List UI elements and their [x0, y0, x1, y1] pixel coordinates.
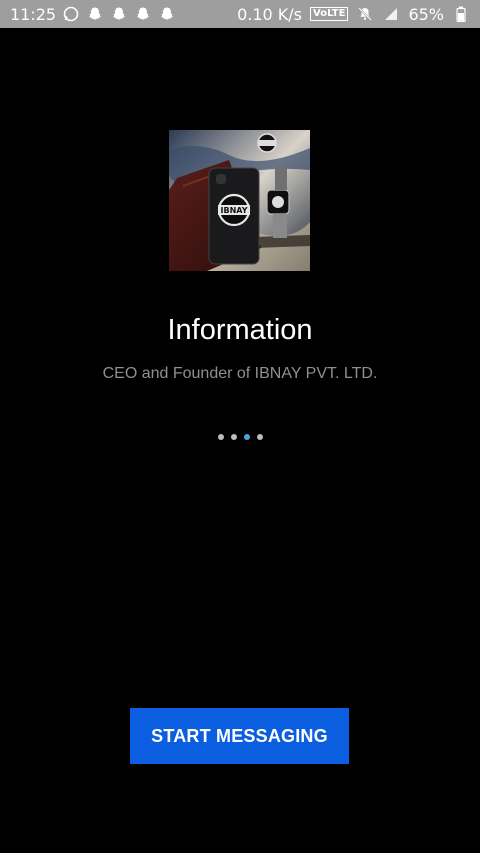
page-dot[interactable]: [256, 434, 263, 440]
page-dot[interactable]: [230, 434, 237, 440]
network-speed: 0.10 K/s: [237, 4, 302, 24]
page-indicator: [0, 434, 480, 440]
battery-level: 65%: [408, 4, 444, 24]
brand-photo: IBNAY: [169, 130, 310, 271]
snapchat-icon: [86, 5, 104, 23]
whatsapp-icon: [62, 5, 80, 23]
mute-icon: [356, 5, 374, 23]
page-dot-active[interactable]: [243, 434, 250, 440]
hero-image: IBNAY: [169, 130, 310, 271]
hero-logo-text: IBNAY: [221, 206, 248, 215]
snapchat-icon: [134, 5, 152, 23]
page-title: Information: [167, 314, 313, 346]
clock: 11:25: [10, 4, 57, 24]
page-subtitle: CEO and Founder of IBNAY PVT. LTD.: [102, 365, 378, 382]
start-messaging-button[interactable]: START MESSAGING: [130, 708, 349, 764]
status-bar: 11:25 0.10 K/s VoLTE 65%: [0, 0, 480, 28]
battery-icon: [452, 5, 470, 23]
snapchat-icon: [158, 5, 176, 23]
page-dot[interactable]: [217, 434, 224, 440]
signal-icon: [382, 5, 400, 23]
volte-badge: VoLTE: [310, 7, 349, 21]
snapchat-icon: [110, 5, 128, 23]
